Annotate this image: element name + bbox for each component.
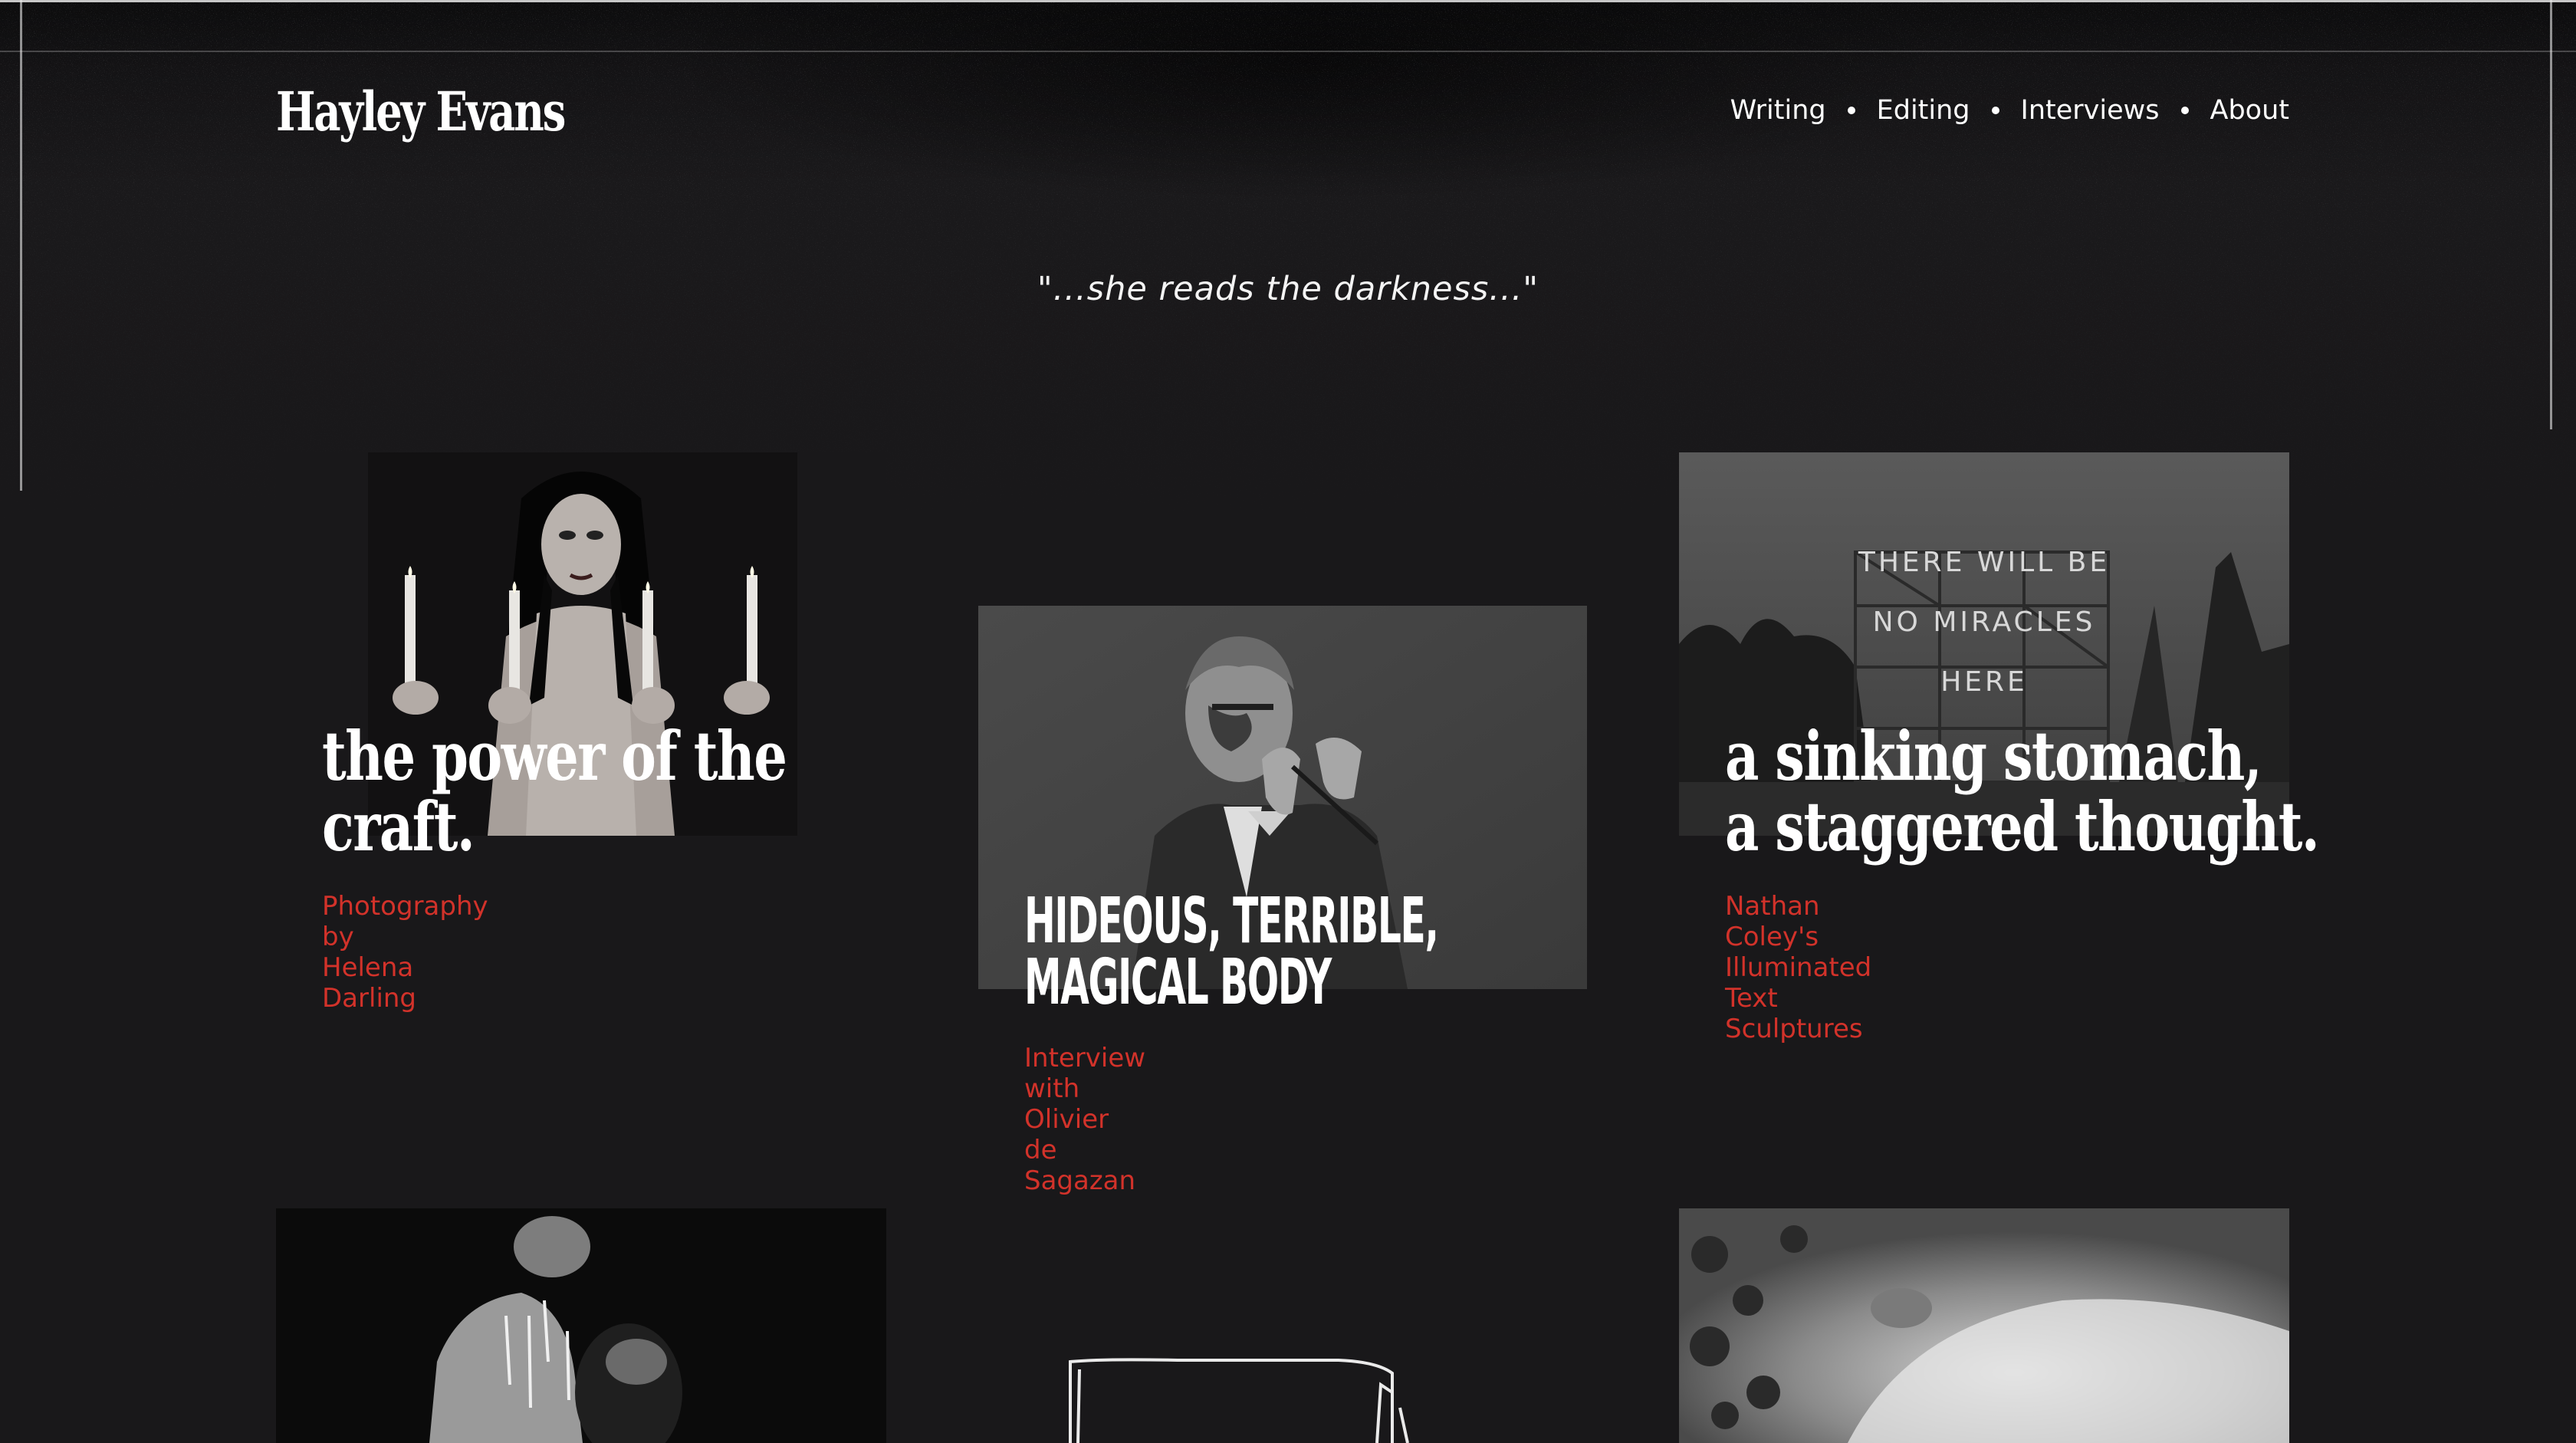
sign-text-line: THERE WILL BE bbox=[1858, 547, 2110, 578]
flowers-photo bbox=[1679, 1208, 2289, 1443]
frame-edge-left bbox=[20, 0, 22, 491]
headline-line: the power of the bbox=[322, 716, 787, 796]
subtitle-line: Sculptures bbox=[1725, 1014, 1863, 1044]
article-image-paint-splatter[interactable] bbox=[276, 1208, 886, 1443]
site-title[interactable]: Hayley Evans bbox=[276, 80, 566, 143]
article-headline[interactable]: a sinking stomach, a staggered thought. bbox=[1725, 716, 2320, 866]
frame-edge-right bbox=[2550, 0, 2552, 429]
nav-writing[interactable]: Writing bbox=[1730, 95, 1826, 126]
subtitle-line: Photography by bbox=[322, 891, 488, 952]
main-nav: Writing Editing Interviews About bbox=[1730, 95, 2289, 126]
tagline: "...she reads the darkness..." bbox=[1037, 270, 1539, 308]
headline-line: a sinking stomach, bbox=[1725, 716, 2262, 796]
frame-edge-top bbox=[0, 0, 2576, 2]
article-image-line-drawing[interactable] bbox=[978, 1208, 1587, 1443]
article-headline[interactable]: the power of the craft. bbox=[322, 716, 787, 866]
article-headline[interactable]: HIDEOUS, TERRIBLE, MAGICAL BODY bbox=[1024, 885, 1439, 1019]
sign-text-line: HERE bbox=[1940, 666, 2028, 698]
nav-editing[interactable]: Editing bbox=[1877, 95, 1970, 126]
headline-line: craft. bbox=[322, 787, 475, 866]
nav-interviews[interactable]: Interviews bbox=[2021, 95, 2160, 126]
subtitle-line: Interview with Olivier bbox=[1024, 1043, 1146, 1135]
article-subtitle[interactable]: Interview with Olivier de Sagazan bbox=[1024, 1043, 1145, 1196]
line-drawing-illustration bbox=[978, 1208, 1587, 1443]
sign-text-line: NO MIRACLES bbox=[1873, 606, 2096, 638]
nav-about[interactable]: About bbox=[2210, 95, 2289, 126]
headline-line: a staggered thought. bbox=[1725, 787, 2320, 866]
article-subtitle[interactable]: Nathan Coley's Illuminated Text Sculptur… bbox=[1725, 891, 1871, 1044]
frame-edge-top-band bbox=[0, 51, 2576, 52]
subtitle-line: Nathan Coley's bbox=[1725, 891, 1820, 952]
article-image-flowers-underwater[interactable] bbox=[1679, 1208, 2289, 1443]
headline-line: MAGICAL BODY bbox=[1024, 946, 1332, 1019]
paint-splatter-photo bbox=[276, 1208, 886, 1443]
page: Hayley Evans Writing Editing Interviews … bbox=[0, 0, 2576, 1443]
subtitle-line: Illuminated Text bbox=[1725, 952, 1872, 1014]
nav-separator-dot bbox=[1991, 107, 1999, 114]
article-subtitle[interactable]: Photography by Helena Darling bbox=[322, 891, 488, 1014]
nav-separator-dot bbox=[2180, 107, 2189, 114]
nav-separator-dot bbox=[1847, 107, 1855, 114]
subtitle-line: de Sagazan bbox=[1024, 1135, 1136, 1196]
headline-line: HIDEOUS, TERRIBLE, bbox=[1024, 885, 1439, 958]
subtitle-line: Helena Darling bbox=[322, 952, 417, 1014]
